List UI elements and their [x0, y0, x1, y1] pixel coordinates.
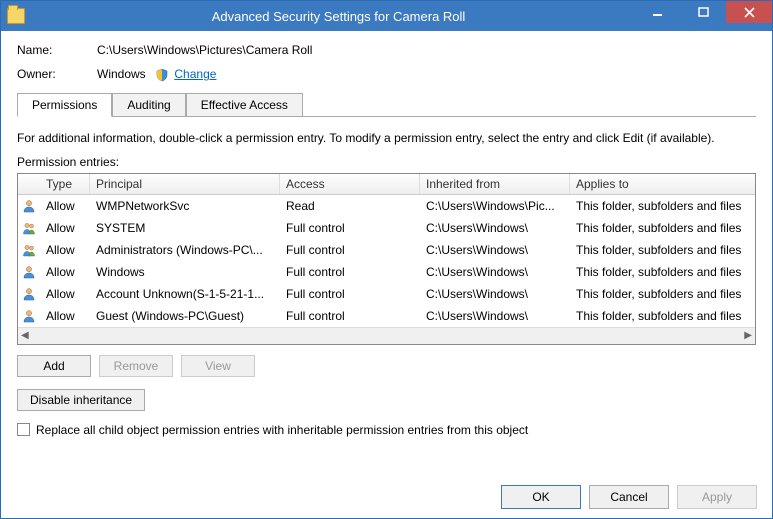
cell-access: Full control	[280, 242, 420, 258]
minimize-button[interactable]	[634, 1, 680, 23]
table-row[interactable]: AllowWindowsFull controlC:\Users\Windows…	[18, 261, 755, 283]
user-icon	[18, 262, 40, 282]
user-icon	[18, 218, 40, 238]
cell-principal: Windows	[90, 264, 280, 280]
titlebar[interactable]: Advanced Security Settings for Camera Ro…	[1, 1, 772, 31]
cell-type: Allow	[40, 242, 90, 258]
cell-type: Allow	[40, 264, 90, 280]
folder-icon	[7, 8, 25, 24]
name-label: Name:	[17, 43, 97, 57]
column-header-inherited[interactable]: Inherited from	[420, 174, 570, 194]
cell-type: Allow	[40, 286, 90, 302]
cell-principal: Account Unknown(S-1-5-21-1...	[90, 286, 280, 302]
column-header-type[interactable]: Type	[40, 174, 90, 194]
cell-access: Full control	[280, 308, 420, 324]
cell-access: Full control	[280, 264, 420, 280]
close-button[interactable]	[726, 1, 772, 23]
list-label: Permission entries:	[17, 155, 756, 169]
tab-effective-access[interactable]: Effective Access	[186, 93, 303, 117]
cell-inherited: C:\Users\Windows\	[420, 242, 570, 258]
scroll-left-icon[interactable]: ◀	[21, 330, 29, 341]
ok-button[interactable]: OK	[501, 485, 581, 509]
user-icon	[18, 284, 40, 304]
permission-list[interactable]: Type Principal Access Inherited from App…	[17, 173, 756, 345]
user-icon	[18, 306, 40, 326]
horizontal-scrollbar[interactable]: ◀ ▶	[18, 327, 755, 344]
column-header-icon[interactable]	[18, 174, 40, 194]
cell-principal: Administrators (Windows-PC\...	[90, 242, 280, 258]
replace-checkbox[interactable]	[17, 423, 30, 436]
column-header-access[interactable]: Access	[280, 174, 420, 194]
owner-label: Owner:	[17, 67, 97, 81]
cell-access: Read	[280, 198, 420, 214]
cell-inherited: C:\Users\Windows\	[420, 220, 570, 236]
tab-auditing[interactable]: Auditing	[112, 93, 185, 117]
cell-principal: WMPNetworkSvc	[90, 198, 280, 214]
column-header-principal[interactable]: Principal	[90, 174, 280, 194]
maximize-button[interactable]	[680, 1, 726, 23]
cell-type: Allow	[40, 308, 90, 324]
cancel-button[interactable]: Cancel	[589, 485, 669, 509]
change-owner-link[interactable]: Change	[174, 67, 216, 81]
column-headers[interactable]: Type Principal Access Inherited from App…	[18, 174, 755, 195]
tab-permissions[interactable]: Permissions	[17, 93, 112, 117]
table-row[interactable]: AllowAccount Unknown(S-1-5-21-1...Full c…	[18, 283, 755, 305]
cell-inherited: C:\Users\Windows\	[420, 286, 570, 302]
remove-button: Remove	[99, 355, 173, 377]
apply-button: Apply	[677, 485, 757, 509]
info-text: For additional information, double-click…	[17, 131, 756, 145]
cell-inherited: C:\Users\Windows\	[420, 308, 570, 324]
cell-applies: This folder, subfolders and files	[570, 198, 755, 214]
name-row: Name: C:\Users\Windows\Pictures\Camera R…	[17, 43, 756, 57]
disable-inheritance-button[interactable]: Disable inheritance	[17, 389, 145, 411]
add-button[interactable]: Add	[17, 355, 91, 377]
cell-applies: This folder, subfolders and files	[570, 308, 755, 324]
replace-checkbox-row[interactable]: Replace all child object permission entr…	[17, 423, 756, 437]
cell-type: Allow	[40, 220, 90, 236]
window-controls	[634, 1, 772, 23]
table-row[interactable]: AllowAdministrators (Windows-PC\...Full …	[18, 239, 755, 261]
cell-applies: This folder, subfolders and files	[570, 220, 755, 236]
cell-principal: SYSTEM	[90, 220, 280, 236]
view-button: View	[181, 355, 255, 377]
user-icon	[18, 196, 40, 216]
cell-inherited: C:\Users\Windows\	[420, 264, 570, 280]
owner-value: Windows	[97, 67, 146, 81]
column-header-applies[interactable]: Applies to	[570, 174, 755, 194]
name-value: C:\Users\Windows\Pictures\Camera Roll	[97, 43, 312, 57]
cell-inherited: C:\Users\Windows\Pic...	[420, 198, 570, 214]
table-row[interactable]: AllowSYSTEMFull controlC:\Users\Windows\…	[18, 217, 755, 239]
cell-applies: This folder, subfolders and files	[570, 242, 755, 258]
cell-principal: Guest (Windows-PC\Guest)	[90, 308, 280, 324]
cell-access: Full control	[280, 286, 420, 302]
cell-applies: This folder, subfolders and files	[570, 286, 755, 302]
table-row[interactable]: AllowWMPNetworkSvcReadC:\Users\Windows\P…	[18, 195, 755, 217]
user-icon	[18, 240, 40, 260]
scroll-right-icon[interactable]: ▶	[744, 330, 752, 341]
cell-applies: This folder, subfolders and files	[570, 264, 755, 280]
table-row[interactable]: AllowGuest (Windows-PC\Guest)Full contro…	[18, 305, 755, 327]
replace-checkbox-label: Replace all child object permission entr…	[36, 423, 528, 437]
owner-row: Owner: Windows Change	[17, 67, 756, 82]
dialog-buttons: OK Cancel Apply	[501, 485, 757, 509]
shield-icon	[155, 68, 169, 82]
cell-type: Allow	[40, 198, 90, 214]
tab-strip: Permissions Auditing Effective Access	[17, 92, 756, 117]
cell-access: Full control	[280, 220, 420, 236]
